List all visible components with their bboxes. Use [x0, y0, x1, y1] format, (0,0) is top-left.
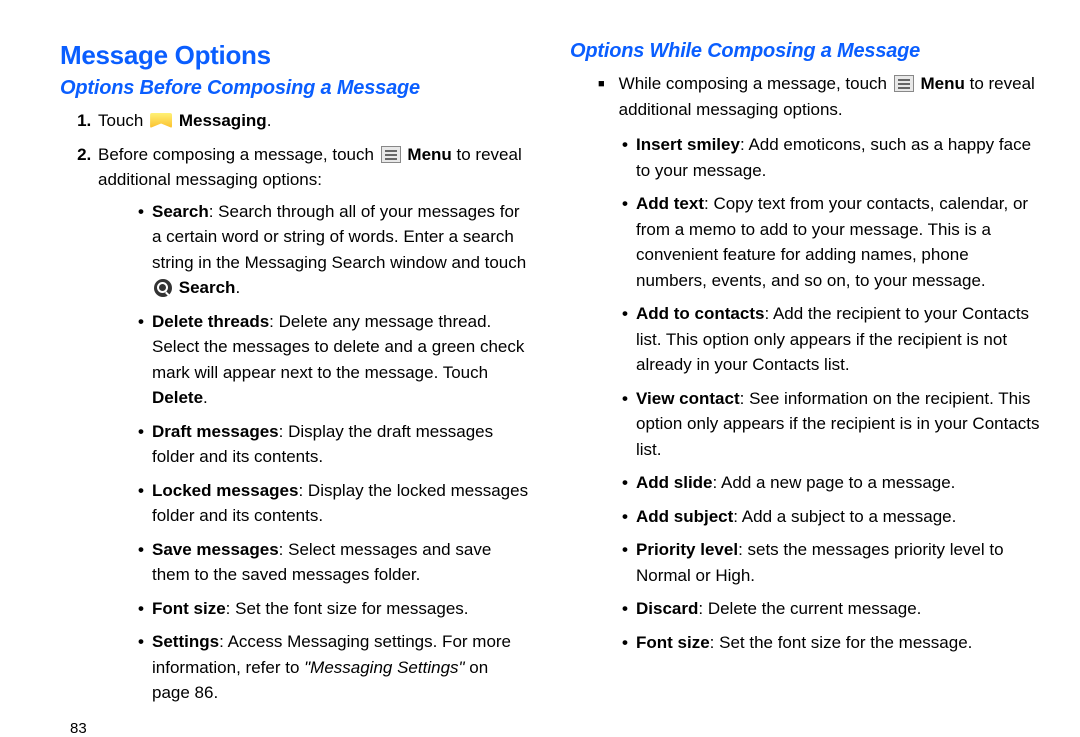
option-delete-threads: Delete threads: Delete any message threa…	[138, 309, 530, 411]
menu-icon	[894, 75, 914, 92]
option-locked-messages: Locked messages: Display the locked mess…	[138, 478, 530, 529]
option-add-subject: Add subject: Add a subject to a message.	[622, 504, 1040, 530]
page-number: 83	[60, 720, 530, 737]
option-discard: Discard: Delete the current message.	[622, 596, 1040, 622]
options-list-while: Insert smiley: Add emoticons, such as a …	[570, 132, 1040, 655]
options-list-before: Search: Search through all of your messa…	[98, 199, 530, 706]
steps-list: Touch Messaging. Before composing a mess…	[60, 108, 530, 706]
option-draft-messages: Draft messages: Display the draft messag…	[138, 419, 530, 470]
menu-icon	[381, 146, 401, 163]
manual-page: Message Options Options Before Composing…	[0, 0, 1080, 720]
step-1: Touch Messaging.	[96, 108, 530, 134]
option-priority-level: Priority level: sets the messages priori…	[622, 537, 1040, 588]
option-font-size: Font size: Set the font size for message…	[138, 596, 530, 622]
search-icon	[154, 279, 172, 297]
option-settings: Settings: Access Messaging settings. For…	[138, 629, 530, 706]
page-title: Message Options	[60, 40, 530, 71]
section-heading-before: Options Before Composing a Message	[60, 77, 530, 100]
option-save-messages: Save messages: Select messages and save …	[138, 537, 530, 588]
right-column: Options While Composing a Message While …	[560, 40, 1040, 710]
option-add-slide: Add slide: Add a new page to a message.	[622, 470, 1040, 496]
option-search: Search: Search through all of your messa…	[138, 199, 530, 301]
option-font-size-2: Font size: Set the font size for the mes…	[622, 630, 1040, 656]
messaging-icon	[150, 113, 172, 128]
section-heading-while: Options While Composing a Message	[570, 40, 1040, 63]
intro-bullet: While composing a message, touch Menu to…	[570, 71, 1040, 122]
option-view-contact: View contact: See information on the rec…	[622, 386, 1040, 463]
option-add-text: Add text: Copy text from your contacts, …	[622, 191, 1040, 293]
option-insert-smiley: Insert smiley: Add emoticons, such as a …	[622, 132, 1040, 183]
left-column: Message Options Options Before Composing…	[60, 40, 560, 710]
step-2: Before composing a message, touch Menu t…	[96, 142, 530, 706]
option-add-to-contacts: Add to contacts: Add the recipient to yo…	[622, 301, 1040, 378]
